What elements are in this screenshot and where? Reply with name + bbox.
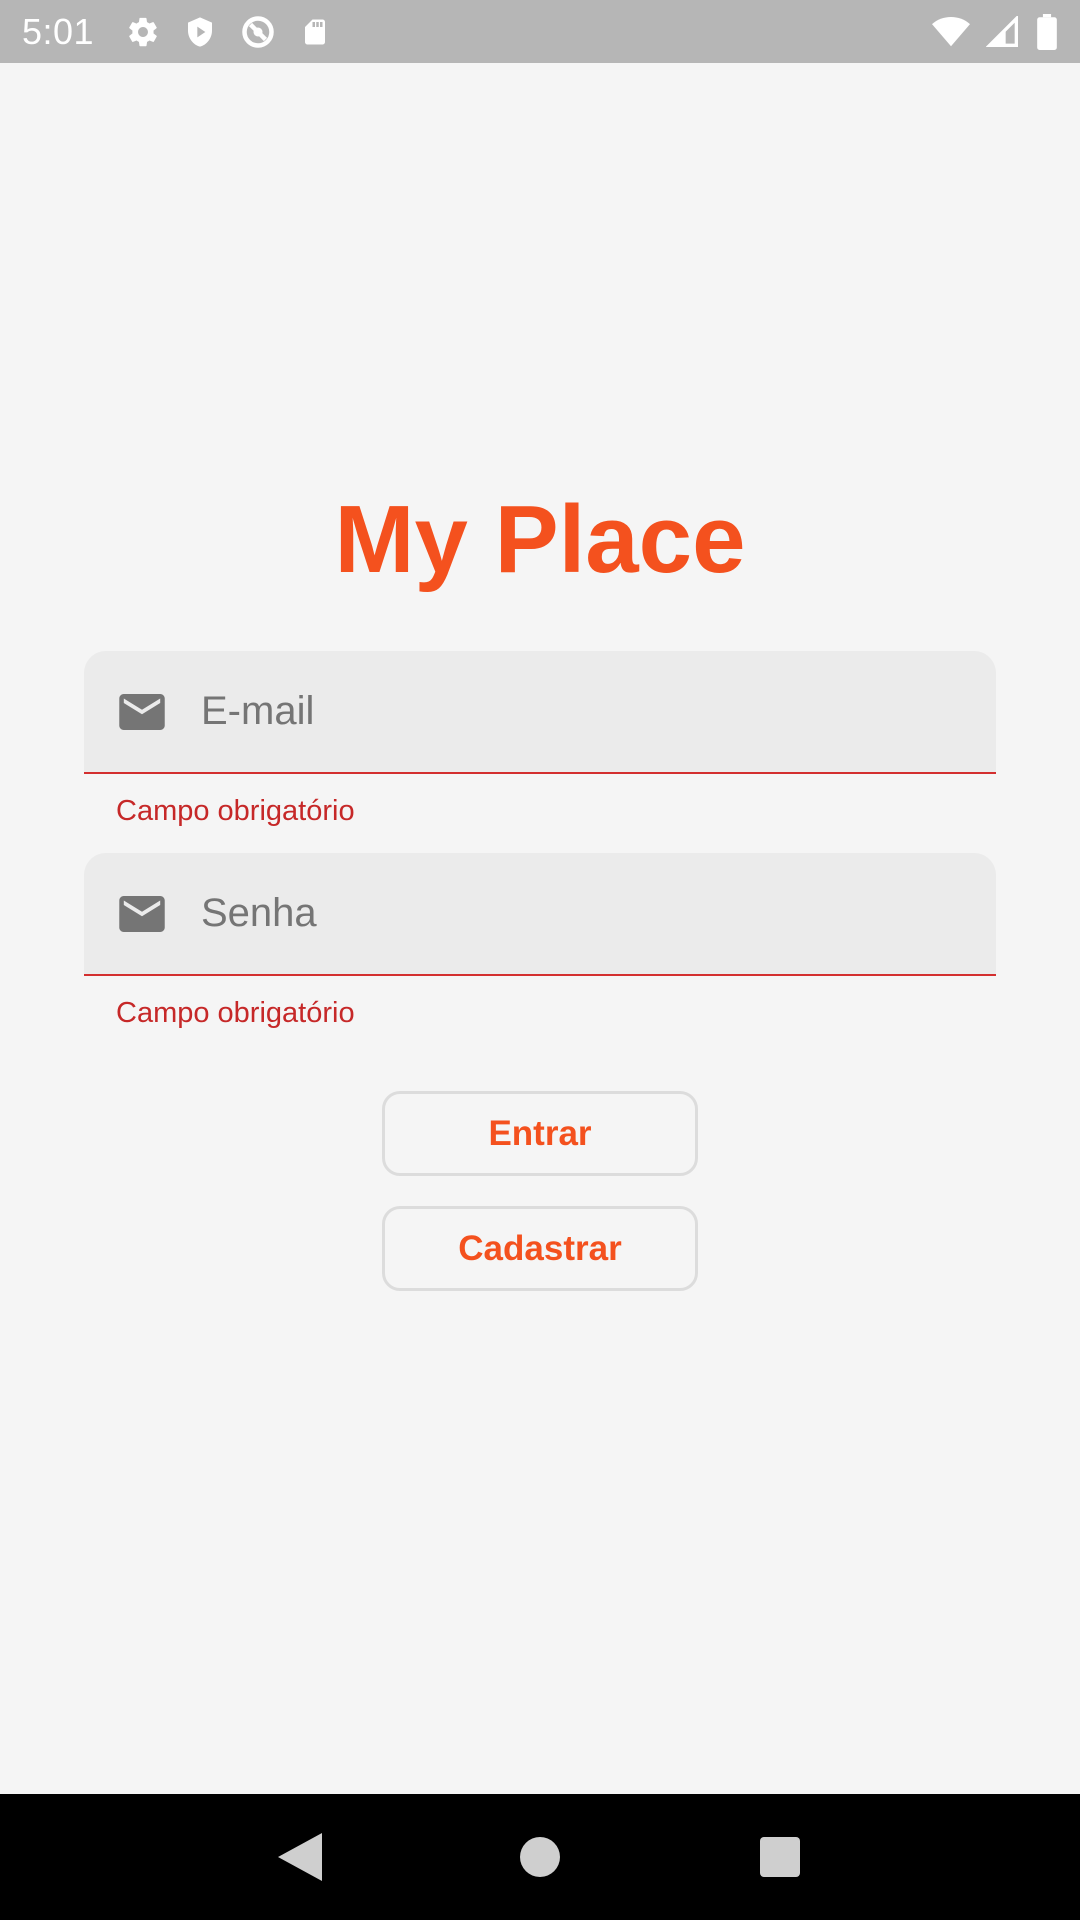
email-field[interactable] <box>84 651 996 774</box>
status-icons-right <box>932 13 1058 50</box>
email-input[interactable] <box>201 651 996 772</box>
back-icon[interactable] <box>260 1817 340 1897</box>
register-button[interactable]: Cadastrar <box>382 1206 698 1291</box>
password-error: Campo obrigatório <box>116 997 355 1029</box>
settings-icon <box>126 15 160 49</box>
password-input[interactable] <box>201 853 996 974</box>
sd-card-icon <box>300 15 330 49</box>
recents-icon[interactable] <box>740 1817 820 1897</box>
navigation-bar <box>0 1794 1080 1920</box>
login-screen: 5:01 My Place E-mail Campo obrigatório C… <box>0 0 1080 1920</box>
home-icon[interactable] <box>500 1817 580 1897</box>
battery-icon <box>1036 13 1058 50</box>
wifi-icon <box>932 16 970 48</box>
status-time: 5:01 <box>22 10 95 52</box>
cell-signal-icon <box>986 15 1020 48</box>
status-bar: 5:01 <box>0 0 1080 63</box>
email-error: Campo obrigatório <box>116 795 355 827</box>
password-field[interactable] <box>84 853 996 976</box>
status-icons-left <box>126 14 330 50</box>
shield-icon <box>184 15 216 49</box>
mail-icon <box>119 895 165 932</box>
app-title: My Place <box>334 486 746 593</box>
mail-icon <box>119 693 165 730</box>
sync-off-icon <box>240 14 276 50</box>
login-button[interactable]: Entrar <box>382 1091 698 1176</box>
